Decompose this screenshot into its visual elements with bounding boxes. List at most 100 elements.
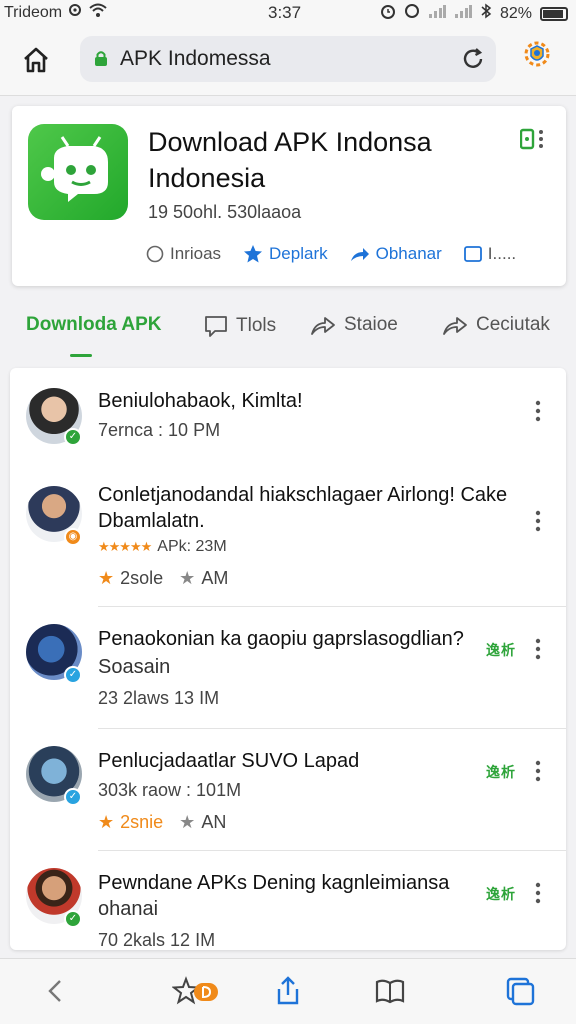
app-more-button[interactable] bbox=[519, 126, 546, 154]
verified-badge: ✓ bbox=[64, 910, 82, 928]
shield-gear-icon bbox=[524, 41, 550, 67]
item-stat-b: AM bbox=[201, 568, 229, 588]
settings-icon bbox=[68, 3, 82, 22]
clock: 3:37 bbox=[268, 3, 302, 22]
more-vertical-icon bbox=[535, 400, 541, 422]
item-subtitle: 70 2kals 12 IM bbox=[98, 930, 216, 950]
home-button[interactable] bbox=[20, 44, 52, 76]
reading-list-button[interactable] bbox=[374, 975, 406, 1007]
star-icon: ★ bbox=[179, 812, 196, 832]
verified-badge: ✓ bbox=[64, 788, 82, 806]
bluetooth-icon bbox=[480, 3, 492, 24]
item-more-button[interactable] bbox=[534, 638, 542, 660]
item-more-button[interactable] bbox=[534, 510, 542, 532]
list-item[interactable]: ◉ Conletjanodandal hiakschlagaer Airlong… bbox=[10, 472, 566, 608]
tabs-button[interactable] bbox=[504, 975, 536, 1007]
more-vertical-icon bbox=[535, 510, 541, 532]
android-robot-icon bbox=[41, 136, 108, 202]
more-vertical-icon bbox=[535, 760, 541, 782]
item-title: Beniulohabaok, Kimlta! bbox=[98, 390, 303, 412]
list-item[interactable]: ✓ Penlucjadaatlar SUVO Lapad 303k raow :… bbox=[10, 730, 566, 850]
item-stats-row: ★ 2snie ★ AN bbox=[98, 812, 226, 833]
verified-badge: ✓ bbox=[64, 428, 82, 446]
reload-button[interactable] bbox=[460, 46, 486, 72]
tab-download[interactable]: Downloda APK bbox=[26, 314, 161, 336]
app-meta: 19 50ohl. 530laaoa bbox=[148, 202, 302, 222]
divider bbox=[98, 850, 566, 851]
bookmarks-button[interactable] bbox=[171, 975, 220, 1007]
reload-icon bbox=[463, 48, 483, 68]
list-item[interactable]: ✓ Penaokonian ka gaopiu gaprslasogdlian?… bbox=[10, 608, 566, 728]
item-stat-b: AN bbox=[201, 812, 227, 832]
tab-forward-label: Ceciutak bbox=[476, 314, 550, 335]
item-rating-row: ★★★★★ APk: 23M bbox=[98, 538, 227, 556]
app-actions: Inrioas Deplark Obhanar I..... bbox=[146, 244, 516, 264]
item-subtitle: 303k raow : 101M bbox=[98, 780, 242, 800]
tab-tools-label: Tlols bbox=[236, 315, 277, 336]
action-bookmark-label: Deplark bbox=[269, 244, 328, 263]
item-title-line2: Soasain bbox=[98, 656, 171, 678]
tabs-icon bbox=[506, 977, 535, 1006]
action-more-label: I..... bbox=[487, 244, 517, 263]
bottom-navigation bbox=[0, 958, 576, 1024]
feed-list: ✓ Beniulohabaok, Kimlta! 7ernca : 10 PM … bbox=[10, 368, 566, 950]
battery-percent: 82% bbox=[499, 4, 532, 22]
item-stat-a: 2snie bbox=[120, 812, 164, 832]
item-tag: 逸析 bbox=[486, 886, 516, 902]
share-icon bbox=[311, 317, 335, 335]
list-item[interactable]: ✓ Beniulohabaok, Kimlta! 7ernca : 10 PM bbox=[10, 368, 566, 478]
item-title: Pewndane APKs Dening kagnleimiansa bbox=[98, 872, 450, 894]
action-bookmark[interactable]: Deplark bbox=[243, 244, 328, 264]
action-share-label: Obhanar bbox=[375, 244, 442, 263]
signal-icon-2 bbox=[454, 4, 472, 23]
rating-stars: ★★★★★ bbox=[98, 539, 152, 554]
url-text: APK Indomessa bbox=[120, 47, 271, 70]
alarm-icon bbox=[380, 3, 396, 24]
lock-icon bbox=[94, 50, 108, 66]
star-icon: ★ bbox=[98, 568, 115, 588]
app-card: Download APK Indonsa Indonesia 19 50ohl.… bbox=[12, 106, 566, 286]
star-icon: ★ bbox=[179, 568, 196, 588]
action-info[interactable]: Inrioas bbox=[146, 244, 221, 264]
item-more-button[interactable] bbox=[534, 400, 542, 422]
item-stat-a: 2sole bbox=[120, 568, 164, 588]
active-tab-indicator bbox=[70, 354, 92, 357]
more-vertical-icon bbox=[535, 638, 541, 660]
action-info-label: Inrioas bbox=[170, 244, 222, 263]
back-button[interactable] bbox=[40, 975, 72, 1007]
app-icon[interactable] bbox=[28, 124, 128, 220]
browser-toolbar: APK Indomessa bbox=[0, 26, 576, 96]
star-badge-icon bbox=[171, 976, 218, 1005]
item-stats-row: ★ 2sole ★ AM bbox=[98, 568, 228, 589]
wifi-icon bbox=[88, 3, 108, 22]
extension-button[interactable] bbox=[520, 38, 554, 72]
chevron-left-icon bbox=[48, 980, 61, 1002]
home-icon bbox=[24, 47, 48, 73]
star-icon: ★ bbox=[98, 812, 115, 832]
item-more-button[interactable] bbox=[534, 882, 542, 904]
share-icon bbox=[350, 248, 369, 261]
tab-share[interactable]: Staioe bbox=[310, 314, 398, 336]
share-upload-icon bbox=[277, 976, 299, 1005]
tab-share-label: Staioe bbox=[344, 314, 398, 335]
comment-icon bbox=[205, 316, 227, 337]
share-button[interactable] bbox=[272, 975, 304, 1007]
sync-icon bbox=[404, 3, 420, 24]
action-more[interactable]: I..... bbox=[463, 244, 517, 264]
item-title-line2: Dbamlalatn. bbox=[98, 510, 205, 532]
verified-badge: ✓ bbox=[64, 666, 82, 684]
status-bar: Trideom 3:37 82% bbox=[0, 0, 576, 26]
list-item[interactable]: ✓ Pewndane APKs Dening kagnleimiansa oha… bbox=[10, 852, 566, 950]
more-vertical-icon bbox=[519, 128, 543, 150]
signal-icon bbox=[428, 4, 446, 23]
item-more-button[interactable] bbox=[534, 760, 542, 782]
tab-forward[interactable]: Ceciutak bbox=[442, 314, 550, 336]
star-icon bbox=[244, 245, 263, 263]
item-size: APk: 23M bbox=[157, 538, 227, 555]
app-title: Download APK Indonsa Indonesia bbox=[148, 127, 432, 193]
address-bar[interactable]: APK Indomessa bbox=[80, 36, 496, 82]
item-subtitle: 23 2laws 13 IM bbox=[98, 688, 220, 708]
status-badge: ◉ bbox=[64, 528, 82, 546]
action-share[interactable]: Obhanar bbox=[350, 244, 442, 264]
tab-tools[interactable]: Tlols bbox=[204, 314, 276, 338]
